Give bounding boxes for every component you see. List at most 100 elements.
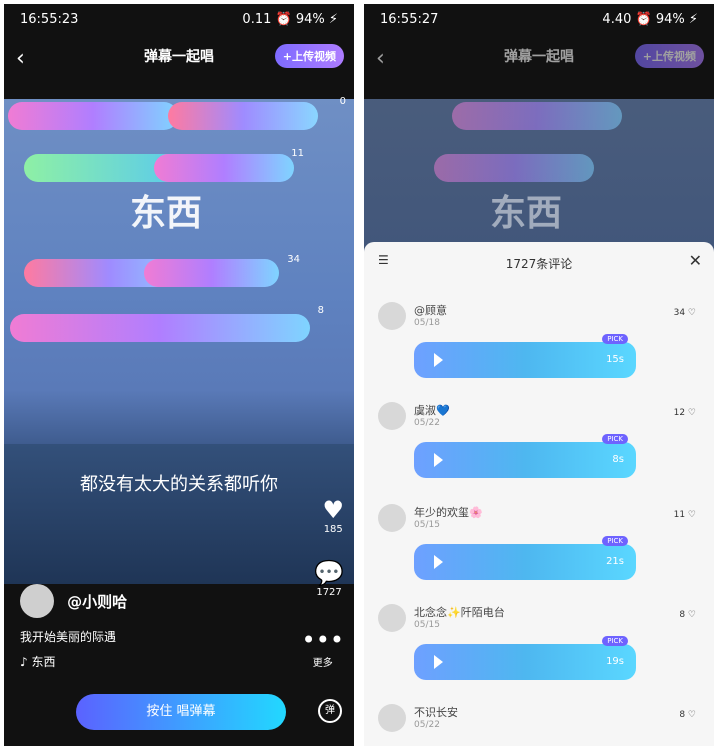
comment-count-title: 1727条评论 — [505, 257, 573, 271]
like-count: 185 — [323, 524, 343, 535]
comment-date: 05/22 — [414, 720, 440, 730]
close-icon[interactable]: ✕ — [689, 251, 702, 270]
pick-badge: PICK — [602, 334, 628, 344]
voice-duration: 8s — [612, 454, 624, 465]
music-note-icon: ♪ — [20, 655, 28, 669]
danmaku-bubble[interactable] — [168, 102, 318, 130]
danmaku-bubble[interactable] — [10, 314, 310, 342]
voice-duration: 15s — [606, 354, 624, 365]
danmaku-count: 0 — [339, 96, 346, 107]
battery: 94% — [295, 12, 325, 27]
avatar[interactable] — [378, 504, 406, 532]
comment-icon: 💬 — [314, 559, 344, 587]
play-icon[interactable] — [434, 353, 443, 367]
danmaku-count: 8 — [317, 305, 324, 316]
more-icon: ••• — [301, 626, 344, 654]
upload-button[interactable]: +上传视频 — [274, 44, 344, 68]
voice-message[interactable]: PICK 21s — [414, 536, 636, 580]
song-title-overlay: 东西 — [130, 193, 203, 234]
danmaku-count: 34 — [287, 254, 300, 265]
comment-date: 05/18 — [414, 318, 440, 328]
danmaku-toggle-icon[interactable]: 弹 — [318, 699, 342, 723]
comment-item: 北念念✨阡陌电台 05/15 8 ♡ PICK 19s — [378, 604, 698, 698]
comment-item: 虞淑💙 05/22 12 ♡ PICK 8s — [378, 402, 698, 496]
status-bar: 16:55:27 4.40 ⏰ 94% ⚡ — [380, 12, 698, 27]
video-sea — [4, 444, 354, 584]
heart-outline-icon[interactable]: ♡ — [688, 308, 696, 318]
play-icon[interactable] — [434, 555, 443, 569]
more-action[interactable]: ••• 更多 — [302, 626, 344, 669]
comment-date: 05/15 — [414, 620, 440, 630]
nav-bar: ‹ 弹幕一起唱 +上传视频 — [364, 44, 714, 76]
voice-duration: 21s — [606, 556, 624, 567]
voice-message[interactable]: PICK 19s — [414, 636, 636, 680]
danmaku-bubble[interactable] — [8, 102, 178, 130]
battery: 94% — [655, 12, 685, 27]
voice-duration: 19s — [606, 656, 624, 667]
comment-item: @顾意 05/18 34 ♡ PICK 15s — [378, 302, 698, 396]
avatar[interactable] — [378, 402, 406, 430]
heart-outline-icon[interactable]: ♡ — [688, 510, 696, 520]
danmaku-bubble[interactable] — [452, 102, 622, 130]
avatar[interactable] — [378, 604, 406, 632]
page-title: 弹幕一起唱 — [144, 49, 214, 65]
danmaku-bubble[interactable] — [154, 154, 294, 182]
clock: 16:55:23 — [20, 12, 79, 27]
comment-item: 年少的欢玺🌸 05/15 11 ♡ PICK 21s — [378, 504, 698, 598]
network-speed: 0.11 — [242, 12, 272, 27]
music-name[interactable]: 东西 — [32, 655, 56, 669]
sing-danmaku-button[interactable]: 按住 唱弹幕 — [76, 694, 286, 730]
lyric-line: 都没有太大的关系都听你 — [80, 474, 278, 495]
heart-icon: ♥ — [322, 496, 344, 524]
pick-badge: PICK — [602, 434, 628, 444]
play-icon[interactable] — [434, 655, 443, 669]
comment-like-count[interactable]: 8 ♡ — [679, 610, 696, 620]
comment-like-count[interactable]: 11 ♡ — [674, 510, 696, 520]
comment-username[interactable]: @顾意 — [414, 302, 447, 318]
comment-username[interactable]: 年少的欢玺🌸 — [414, 504, 483, 520]
danmaku-bubble[interactable] — [434, 154, 594, 182]
right-phone: 16:55:27 4.40 ⏰ 94% ⚡ ‹ 弹幕一起唱 +上传视频 东西 ☰… — [364, 4, 714, 746]
avatar[interactable] — [378, 302, 406, 330]
comment-username[interactable]: 北念念✨阡陌电台 — [414, 604, 505, 620]
danmaku-count: 11 — [291, 148, 304, 159]
left-phone: 16:55:23 0.11 ⏰ 94% ⚡ ‹ 弹幕一起唱 +上传视频 0 11… — [4, 4, 354, 746]
avatar[interactable] — [20, 584, 54, 618]
danmaku-bubble[interactable] — [144, 259, 279, 287]
clock: 16:55:27 — [380, 12, 439, 27]
comment-date: 05/22 — [414, 418, 440, 428]
comment-like-count[interactable]: 8 ♡ — [679, 710, 696, 720]
comment-item: 不识长安 05/22 8 ♡ — [378, 704, 698, 744]
comment-username[interactable]: 不识长安 — [414, 704, 458, 720]
like-action[interactable]: ♥ 185 — [322, 496, 344, 535]
comment-like-count[interactable]: 12 ♡ — [674, 408, 696, 418]
voice-message[interactable]: PICK 8s — [414, 434, 636, 478]
comment-date: 05/15 — [414, 520, 440, 530]
sheet-header: ☰ 1727条评论 ✕ — [364, 242, 714, 280]
comment-like-count[interactable]: 34 ♡ — [674, 308, 696, 318]
comment-username[interactable]: 虞淑💙 — [414, 402, 450, 418]
song-title-overlay: 东西 — [490, 193, 563, 234]
pick-badge: PICK — [602, 536, 628, 546]
status-bar: 16:55:23 0.11 ⏰ 94% ⚡ — [20, 12, 338, 27]
voice-message[interactable]: PICK 15s — [414, 334, 636, 378]
network-speed: 4.40 — [602, 12, 632, 27]
nav-bar: ‹ 弹幕一起唱 +上传视频 — [4, 44, 354, 76]
heart-outline-icon[interactable]: ♡ — [688, 610, 696, 620]
play-icon[interactable] — [434, 453, 443, 467]
username[interactable]: @小则哈 — [67, 593, 127, 611]
heart-outline-icon[interactable]: ♡ — [688, 710, 696, 720]
page-title: 弹幕一起唱 — [504, 49, 574, 65]
more-label: 更多 — [312, 658, 333, 669]
uploader-info: @小则哈 我开始美丽的际遇 ♪ 东西 — [20, 584, 127, 670]
description: 我开始美丽的际遇 — [20, 630, 117, 644]
back-icon[interactable]: ‹ — [16, 46, 25, 71]
heart-outline-icon[interactable]: ♡ — [688, 408, 696, 418]
upload-button[interactable]: +上传视频 — [634, 44, 704, 68]
back-icon[interactable]: ‹ — [376, 46, 385, 71]
comment-count: 1727 — [316, 587, 342, 598]
pick-badge: PICK — [602, 636, 628, 646]
avatar[interactable] — [378, 704, 406, 732]
comment-action[interactable]: 💬 1727 — [314, 559, 344, 598]
comment-sheet: ☰ 1727条评论 ✕ @顾意 05/18 34 ♡ PICK 15s 虞淑💙 … — [364, 242, 714, 746]
